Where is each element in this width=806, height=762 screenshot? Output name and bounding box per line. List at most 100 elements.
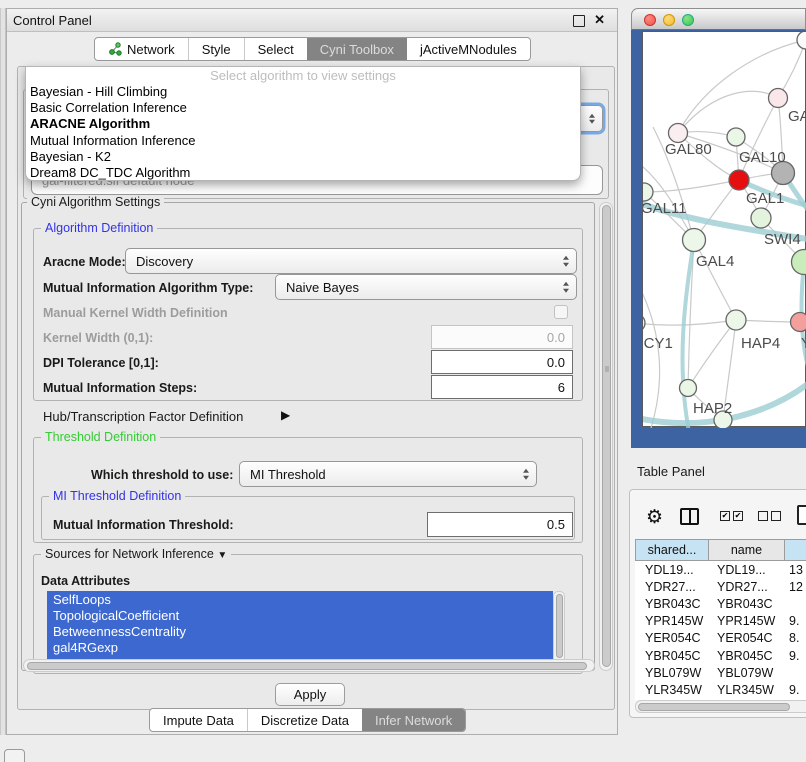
hub-definition-label: Hub/Transcription Factor Definition — [43, 409, 243, 424]
data-attribute-item[interactable]: gal4RGexp — [47, 639, 553, 655]
tab-cyni-toolbox[interactable]: Cyni Toolbox — [307, 38, 407, 60]
close-traffic-icon[interactable] — [644, 14, 656, 26]
table-cell: 9. — [784, 683, 806, 697]
new-table-icon[interactable] — [797, 505, 806, 525]
tab-jactivemnodules[interactable]: jActiveMNodules — [407, 38, 530, 60]
network-node[interactable] — [727, 128, 745, 146]
algorithm-option[interactable]: Dream8 DC_TDC Algorithm — [26, 165, 580, 181]
algorithm-option[interactable]: Bayesian - Hill Climbing — [26, 84, 580, 100]
settings-hscrollbar-thumb[interactable] — [27, 662, 587, 670]
control-panel-title: Control Panel — [13, 13, 92, 28]
network-node[interactable] — [791, 313, 806, 332]
zoom-traffic-icon[interactable] — [682, 14, 694, 26]
column-header-third[interactable] — [785, 539, 806, 561]
algorithm-option[interactable]: Bayesian - K2 — [26, 149, 580, 165]
dropdown-placeholder: Select algorithm to view settings — [26, 67, 580, 84]
mi-threshold-group-title: MI Threshold Definition — [49, 490, 185, 503]
node-label: HAP4 — [741, 335, 780, 352]
node-label: HAP2 — [693, 400, 732, 417]
minimize-traffic-icon[interactable] — [663, 14, 675, 26]
table-row[interactable]: YDL19...YDL19...13 — [635, 561, 806, 578]
sources-collapse-arrow-icon[interactable]: ▼ — [217, 550, 227, 561]
gear-icon[interactable]: ⚙ — [646, 506, 663, 528]
tab-cyni-toolbox-label: Cyni Toolbox — [320, 42, 394, 57]
float-icon[interactable] — [573, 15, 585, 27]
network-canvas[interactable]: GALGAL80GAL10GAL1GAL11SWI4GAL4GCY1HAP4YH… — [642, 31, 806, 427]
tab-impute-data[interactable]: Impute Data — [150, 709, 247, 731]
node-label: SWI4 — [764, 231, 801, 248]
tab-network[interactable]: Network — [95, 38, 188, 60]
algorithm-option[interactable]: Mutual Information Inference — [26, 133, 580, 149]
network-node[interactable] — [797, 32, 806, 49]
table-row[interactable]: YBR043CYBR043C — [635, 595, 806, 612]
table-cell: YBR045C — [708, 649, 784, 663]
table-cell: 9. — [784, 614, 806, 628]
stepper-icon — [523, 469, 529, 480]
network-node[interactable] — [643, 314, 645, 332]
tab-discretize-data[interactable]: Discretize Data — [247, 709, 362, 731]
table-hscrollbar-thumb[interactable] — [638, 703, 790, 711]
table-cell: 13 — [784, 563, 806, 577]
table-row[interactable]: YBL079WYBL079W — [635, 664, 806, 681]
algorithm-list: Bayesian - Hill ClimbingBasic Correlatio… — [26, 84, 580, 181]
aracne-mode-combo[interactable]: Discovery — [125, 248, 577, 274]
control-panel-window: Control Panel ✕ Network Style Select Cyn… — [6, 8, 618, 735]
table-body: YDL19...YDL19...13YDR27...YDR27...12YBR0… — [635, 561, 806, 700]
panel-resize-handle[interactable] — [605, 366, 609, 372]
select-all-columns-icon[interactable]: ✔ ✔ — [720, 511, 743, 521]
table-row[interactable]: YPR145WYPR145W9. — [635, 613, 806, 630]
table-cell: YBR043C — [708, 597, 784, 611]
tab-jactivemnodules-label: jActiveMNodules — [420, 42, 517, 57]
network-node[interactable] — [729, 170, 749, 190]
close-icon[interactable]: ✕ — [594, 12, 605, 28]
data-attribute-item[interactable]: SelfLoops — [47, 591, 553, 607]
table-cell: YER054C — [708, 631, 784, 645]
settings-hscrollbar[interactable] — [23, 659, 595, 672]
settings-vscrollbar[interactable] — [599, 202, 613, 671]
stepper-icon — [563, 282, 569, 293]
tab-style[interactable]: Style — [188, 38, 244, 60]
table-cell: 12 — [784, 580, 806, 594]
which-threshold-label: Which threshold to use: — [91, 468, 233, 482]
attributes-vscrollbar[interactable] — [553, 591, 565, 664]
column-header-shared[interactable]: shared... — [635, 539, 709, 561]
which-threshold-combo[interactable]: MI Threshold — [239, 461, 537, 487]
data-attribute-item[interactable]: BetweennessCentrality — [47, 623, 553, 639]
kernel-width-field[interactable]: 0.0 — [431, 325, 573, 349]
network-window-titlebar[interactable] — [631, 8, 806, 30]
algorithm-option[interactable]: ARACNE Algorithm — [26, 116, 580, 132]
attributes-vscrollbar-thumb[interactable] — [556, 594, 563, 658]
network-node[interactable] — [683, 229, 706, 252]
data-attribute-item[interactable]: TopologicalCoefficient — [47, 607, 553, 623]
network-node[interactable] — [726, 310, 746, 330]
settings-vscrollbar-thumb[interactable] — [602, 205, 611, 667]
mi-type-combo[interactable]: Naive Bayes — [275, 274, 577, 300]
columns-icon[interactable] — [680, 508, 699, 525]
tab-select[interactable]: Select — [244, 38, 307, 60]
deselect-all-columns-icon[interactable] — [758, 511, 781, 521]
table-hscrollbar[interactable] — [635, 700, 806, 713]
algorithm-option[interactable]: Basic Correlation Inference — [26, 100, 580, 116]
table-row[interactable]: YLR345WYLR345W9. — [635, 681, 806, 698]
tab-infer-network[interactable]: Infer Network — [362, 709, 465, 731]
mi-steps-field[interactable]: 6 — [431, 375, 573, 399]
column-header-name[interactable]: name — [709, 539, 785, 561]
dpi-tolerance-field[interactable]: 0.0 — [431, 350, 573, 374]
table-row[interactable]: YBR045CYBR045C9. — [635, 647, 806, 664]
network-graph: GALGAL80GAL10GAL1GAL11SWI4GAL4GCY1HAP4YH… — [643, 32, 806, 428]
data-attributes-list[interactable]: SelfLoopsTopologicalCoefficientBetweenne… — [47, 591, 553, 664]
mi-threshold-field[interactable]: 0.5 — [427, 512, 573, 537]
apply-button[interactable]: Apply — [275, 683, 345, 706]
network-node[interactable] — [751, 208, 771, 228]
network-node[interactable] — [680, 380, 697, 397]
hub-expand-arrow-icon[interactable]: ▶ — [281, 408, 290, 422]
network-node[interactable] — [792, 250, 806, 275]
network-node[interactable] — [769, 89, 788, 108]
corner-toggle-button[interactable] — [4, 749, 25, 762]
table-row[interactable]: YDR27...YDR27...12 — [635, 578, 806, 595]
manual-kernel-checkbox[interactable] — [554, 305, 568, 319]
network-node[interactable] — [669, 124, 688, 143]
table-cell: YBL079W — [635, 666, 708, 680]
mi-type-value: Naive Bayes — [286, 280, 359, 295]
table-row[interactable]: YER054CYER054C8. — [635, 630, 806, 647]
